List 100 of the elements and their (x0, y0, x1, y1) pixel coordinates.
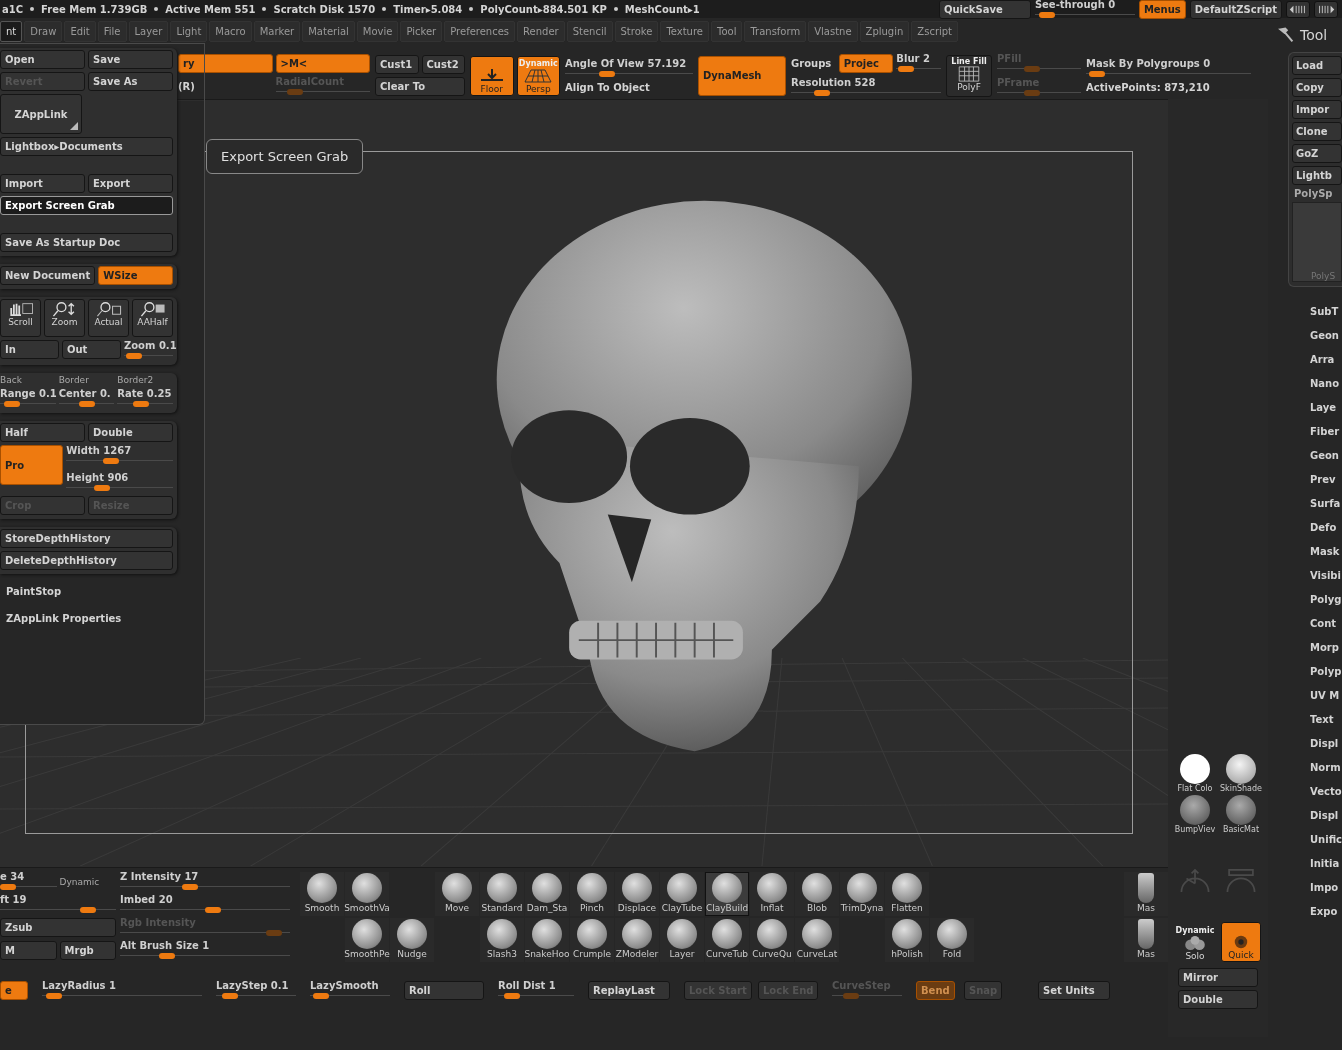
slider-thumb[interactable] (181, 884, 198, 890)
subpalette-item[interactable]: Mask (1310, 539, 1342, 563)
subpalette-item[interactable]: Displ (1310, 803, 1342, 827)
subpalette-item[interactable]: Norm (1310, 755, 1342, 779)
slider-thumb[interactable] (3, 401, 20, 407)
subpalette-item[interactable]: Fiber (1310, 419, 1342, 443)
toolbar-button[interactable]: Cust2 (421, 55, 465, 74)
subpalette-item[interactable]: Morp (1310, 635, 1342, 659)
slider-thumb[interactable] (78, 401, 95, 407)
tool-button[interactable]: Actual (88, 299, 129, 337)
brush-button[interactable]: Slash3 (480, 918, 524, 962)
brush-button[interactable]: Inflat (750, 872, 794, 916)
toolbar-button[interactable]: ReplayLast (588, 981, 670, 1000)
brush-button[interactable]: Blob (795, 872, 839, 916)
toolbar-button[interactable]: e (0, 981, 28, 1000)
menu-item[interactable]: Texture (660, 20, 709, 42)
brush-button[interactable]: Mas (1124, 918, 1168, 962)
subpalette-item[interactable]: Visibi (1310, 563, 1342, 587)
slider-thumb[interactable] (222, 993, 239, 999)
menu-item[interactable]: Draw (24, 20, 63, 42)
slider-track[interactable] (120, 909, 290, 915)
toolbar-button[interactable]: DeleteDepthHistory (0, 551, 173, 570)
subpalette-item[interactable]: Arra (1310, 347, 1342, 371)
slider-thumb[interactable] (80, 907, 96, 913)
slider-thumb[interactable] (102, 458, 119, 464)
subpalette-item[interactable]: Expo (1310, 899, 1342, 923)
brush-button[interactable]: Flatten (885, 872, 929, 916)
toolbar-button[interactable]: M (0, 941, 57, 960)
toolbar-button[interactable]: Cust1 (375, 55, 419, 74)
slider-track[interactable] (58, 403, 115, 409)
script-button[interactable]: DefaultZScript (1189, 0, 1282, 19)
toolbar-button[interactable]: Clear To (375, 77, 465, 96)
slider-track[interactable] (1034, 13, 1135, 20)
subpalette-item[interactable]: Cont (1310, 611, 1342, 635)
slider-track[interactable] (42, 995, 202, 1001)
material-button[interactable]: BasicMat (1219, 795, 1263, 834)
toolbar-button[interactable]: Save (88, 50, 173, 69)
subpalette-item[interactable]: Geon (1310, 443, 1342, 467)
slider-thumb[interactable] (46, 993, 63, 999)
menu-item[interactable]: File (97, 20, 127, 42)
menu-item[interactable]: Tool (711, 20, 743, 42)
tool-button[interactable]: Scroll (0, 299, 41, 337)
toolbar-button[interactable]: Mirror (1178, 968, 1258, 987)
tool-panel-button[interactable]: Lightb (1292, 166, 1342, 185)
tool-panel-button[interactable]: Clone (1292, 122, 1342, 141)
toolbar-button[interactable]: Menus (1138, 0, 1186, 19)
toolbar-button[interactable]: Projec (838, 54, 894, 73)
tool-panel-button[interactable]: Copy (1292, 78, 1342, 97)
slider-thumb[interactable] (93, 485, 110, 491)
brush-button[interactable]: Smooth (300, 872, 344, 916)
subpalette-item[interactable]: Unific (1310, 827, 1342, 851)
brush-button[interactable]: TrimDyna (840, 872, 884, 916)
toolbar-button[interactable]: Out (62, 340, 121, 359)
subpalette-item[interactable]: Vecto (1310, 779, 1342, 803)
menu-item[interactable]: Render (517, 20, 565, 42)
subpalette-item[interactable]: Nano (1310, 371, 1342, 395)
slider-track[interactable] (120, 886, 290, 892)
menu-item[interactable]: Material (302, 20, 355, 42)
slider-track[interactable] (498, 995, 574, 1001)
slider-track[interactable] (896, 68, 941, 74)
slider-track[interactable] (0, 909, 116, 915)
menu-item[interactable]: PaintStop (0, 582, 204, 601)
brush-button[interactable]: Crumple (570, 918, 614, 962)
brush-button[interactable]: hPolish (885, 918, 929, 962)
menu-item[interactable]: Vlastne (808, 20, 858, 42)
toolbar-button[interactable]: Export Screen Grab (0, 196, 173, 215)
slider-track[interactable] (997, 68, 1081, 74)
slider-thumb[interactable] (598, 71, 615, 77)
brush-button[interactable]: CurveTub (705, 918, 749, 962)
brush-button[interactable]: Nudge (390, 918, 434, 962)
brush-button[interactable]: Dam_Sta (525, 872, 569, 916)
scroll-left-icon[interactable] (1286, 0, 1310, 18)
toolbar-button[interactable]: Double (88, 423, 173, 442)
subpalette-item[interactable]: SubT (1310, 299, 1342, 323)
toolbar-button[interactable]: WSize (98, 266, 173, 285)
slider-track[interactable] (0, 403, 56, 409)
tool-button[interactable]: AAHalf (132, 299, 173, 337)
material-button[interactable]: SkinShade (1219, 754, 1263, 793)
slider-track[interactable] (1086, 73, 1251, 79)
subpalette-item[interactable]: Polyp (1310, 659, 1342, 683)
brush-button[interactable]: Fold (930, 918, 974, 962)
slider-thumb[interactable] (133, 401, 150, 407)
slider-track[interactable] (216, 995, 296, 1001)
toolbar-button[interactable]: Roll (404, 981, 484, 1000)
toolbar-button[interactable]: Export (88, 174, 173, 193)
brush-button[interactable]: Displace (615, 872, 659, 916)
menu-item[interactable]: ZAppLink Properties (0, 609, 204, 628)
subpalette-item[interactable]: Defo (1310, 515, 1342, 539)
brush-button[interactable]: Layer (660, 918, 704, 962)
menu-item[interactable]: Movie (356, 20, 399, 42)
slider-thumb[interactable] (897, 66, 914, 72)
slider-track[interactable] (997, 92, 1081, 98)
toolbar-button[interactable]: Lightbox▸Documents (0, 137, 173, 156)
slider-track[interactable] (66, 460, 173, 466)
subpalette-item[interactable]: UV M (1310, 683, 1342, 707)
tool-button[interactable]: Dynamic Solo (1175, 922, 1215, 962)
toolbar-button[interactable]: >M< (275, 54, 370, 73)
material-button[interactable]: BumpViev (1173, 795, 1217, 834)
menu-item[interactable]: Stencil (566, 20, 613, 42)
brush-button[interactable]: SmoothVa (345, 872, 389, 916)
